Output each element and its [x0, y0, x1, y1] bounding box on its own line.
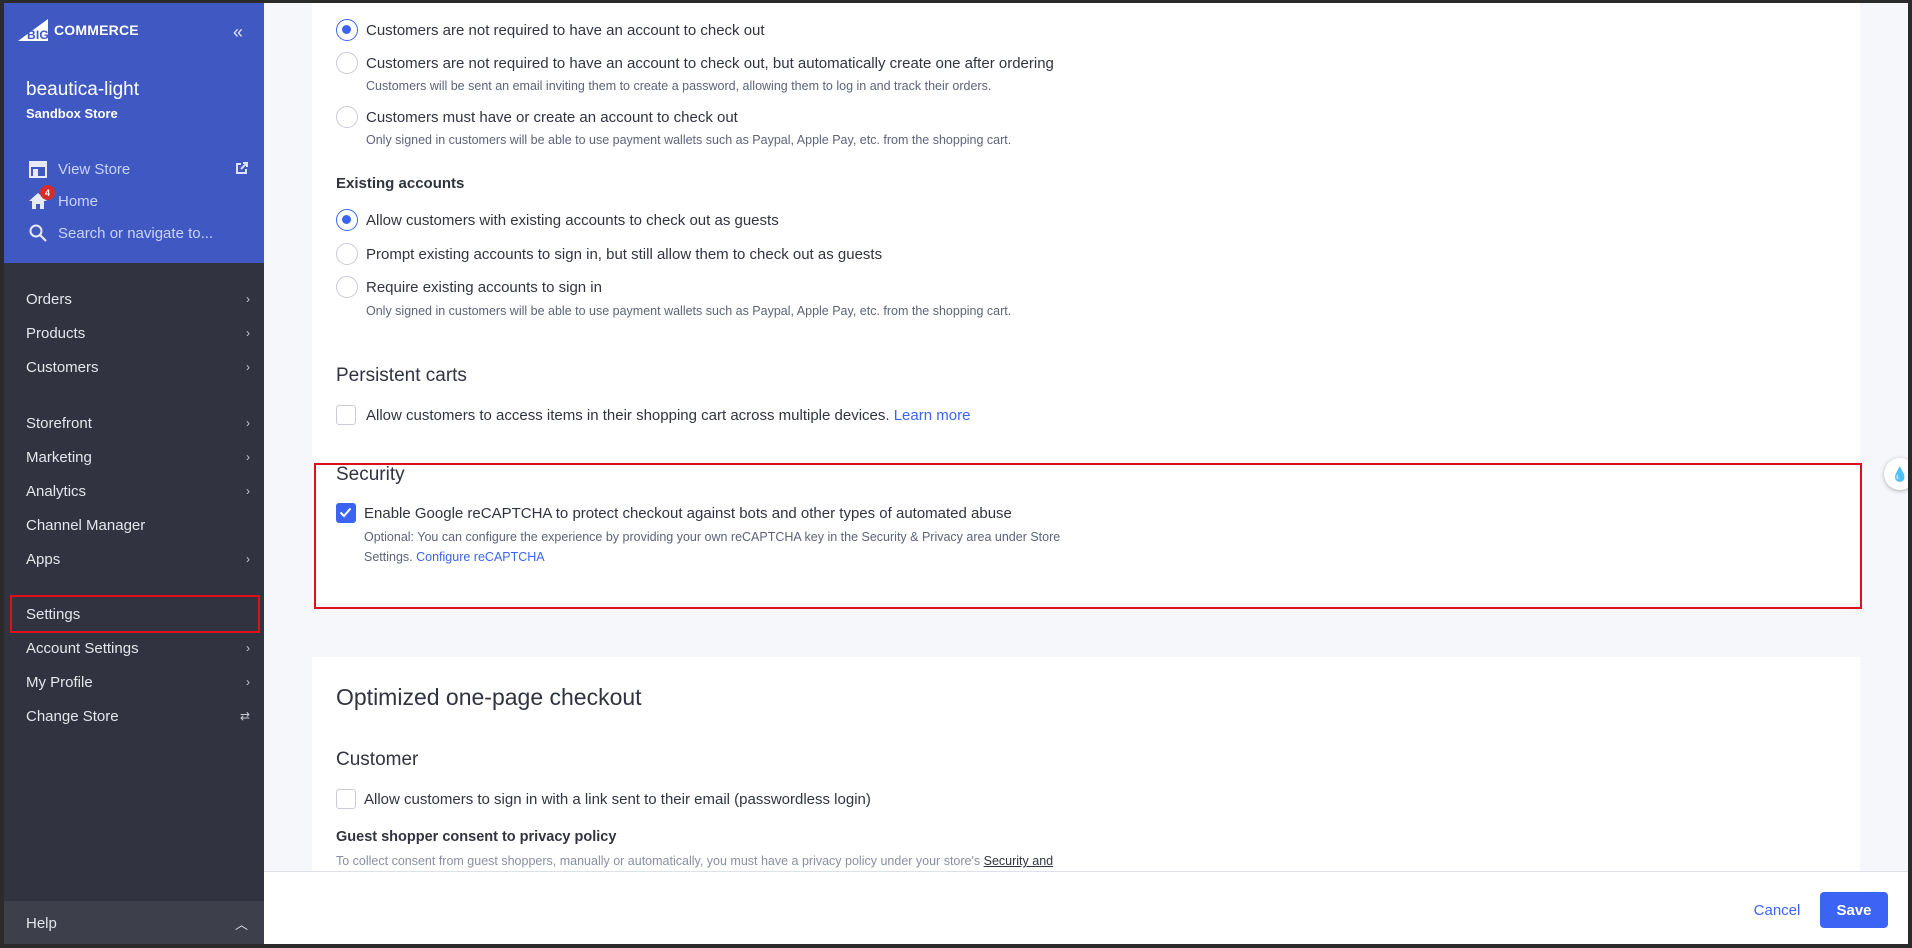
bigcommerce-logo[interactable]: BIG COMMERCE: [18, 19, 139, 41]
option-label: Prompt existing accounts to sign in, but…: [366, 246, 883, 263]
option-label: Require existing accounts to sign in: [366, 279, 602, 296]
option-label: Customers must have or create an account…: [366, 109, 738, 126]
sidebar-item-change-store[interactable]: Change Store ⇄: [26, 704, 254, 728]
sidebar-header: BIG COMMERCE « beautica-light Sandbox St…: [4, 3, 264, 263]
action-bar: Cancel Save: [264, 871, 1908, 945]
sidebar-item-my-profile[interactable]: My Profile ›: [26, 670, 254, 694]
sidebar-item-label: Orders: [26, 290, 72, 308]
chevron-right-icon: ›: [246, 484, 250, 498]
main-content: Customers are not required to have an ac…: [264, 3, 1908, 948]
sidebar-search[interactable]: Search or navigate to...: [28, 221, 213, 245]
sidebar-item-label: Analytics: [26, 482, 87, 500]
persistent-carts-text: Allow customers to access items in their…: [366, 407, 890, 424]
option-help: Only signed in customers will be able to…: [366, 133, 1012, 147]
collapse-sidebar-icon[interactable]: «: [228, 23, 248, 43]
sidebar-item-label: Products: [26, 324, 86, 342]
one-page-checkout-heading: Optimized one-page checkout: [336, 684, 642, 710]
storefront-icon: [28, 159, 48, 179]
search-icon: [28, 223, 48, 243]
persistent-carts-checkbox[interactable]: [336, 405, 356, 425]
security-highlight: [314, 463, 1862, 609]
radio-no-account-required[interactable]: [336, 19, 358, 41]
persistent-carts-heading: Persistent carts: [336, 365, 467, 386]
existing-accounts-heading: Existing accounts: [336, 175, 465, 192]
store-name: beautica-light: [26, 79, 140, 100]
radio-prompt-sign-in[interactable]: [336, 243, 358, 265]
learn-more-link[interactable]: Learn more: [894, 407, 971, 424]
option-label: Allow customers with existing accounts t…: [366, 212, 779, 229]
option-help: Only signed in customers will be able to…: [366, 304, 1012, 318]
store-type: Sandbox Store: [26, 106, 118, 121]
sidebar-item-label: Storefront: [26, 414, 92, 432]
sidebar-item-label: Account Settings: [26, 639, 139, 657]
passwordless-login-checkbox[interactable]: [336, 789, 356, 809]
view-store-label: View Store: [58, 160, 131, 178]
swap-icon: ⇄: [239, 709, 250, 723]
sidebar-item-label: Channel Manager: [26, 516, 146, 534]
sidebar-item-label: Customers: [26, 358, 99, 376]
search-placeholder: Search or navigate to...: [58, 224, 214, 242]
sidebar-item-apps[interactable]: Apps ›: [26, 547, 254, 571]
guest-consent-text: To collect consent from guest shoppers, …: [336, 854, 981, 868]
guest-consent-heading: Guest shopper consent to privacy policy: [336, 829, 617, 845]
security-privacy-link[interactable]: Security and: [984, 854, 1053, 868]
help-label: Help: [26, 914, 57, 932]
guest-consent-help: To collect consent from guest shoppers, …: [336, 854, 1053, 868]
sidebar-item-label: Apps: [26, 550, 61, 568]
sidebar-item-storefront[interactable]: Storefront ›: [26, 411, 254, 435]
view-store-link[interactable]: View Store: [28, 157, 130, 181]
chevron-up-icon: ︿: [234, 916, 248, 932]
option-help: Customers will be sent an email inviting…: [366, 79, 992, 93]
notification-badge: 4: [40, 185, 55, 200]
sidebar-item-account-settings[interactable]: Account Settings ›: [26, 636, 254, 660]
chevron-right-icon: ›: [246, 450, 250, 464]
cancel-button[interactable]: Cancel: [1742, 892, 1812, 928]
sidebar-item-channel-manager[interactable]: Channel Manager: [26, 513, 254, 537]
radio-account-required[interactable]: [336, 106, 358, 128]
sidebar-item-customers[interactable]: Customers ›: [26, 355, 254, 379]
external-link-icon[interactable]: [234, 160, 250, 176]
sidebar-item-orders[interactable]: Orders ›: [26, 287, 254, 311]
sidebar-item-marketing[interactable]: Marketing ›: [26, 445, 254, 469]
radio-require-sign-in[interactable]: [336, 276, 358, 298]
chevron-right-icon: ›: [246, 675, 250, 689]
sidebar-item-analytics[interactable]: Analytics ›: [26, 479, 254, 503]
passwordless-login-label: Allow customers to sign in with a link s…: [364, 791, 871, 808]
logo-mark-icon: BIG: [18, 19, 49, 41]
sidebar-item-label: Change Store: [26, 707, 119, 725]
chevron-right-icon: ›: [246, 326, 250, 340]
chevron-right-icon: ›: [246, 416, 250, 430]
floating-helper-icon[interactable]: 💧: [1884, 458, 1912, 490]
chevron-right-icon: ›: [246, 641, 250, 655]
sidebar-item-products[interactable]: Products ›: [26, 321, 254, 345]
chevron-right-icon: ›: [246, 292, 250, 306]
save-button[interactable]: Save: [1820, 892, 1888, 928]
sidebar-item-label: My Profile: [26, 673, 93, 691]
option-label: Customers are not required to have an ac…: [366, 22, 765, 39]
customer-heading: Customer: [336, 749, 419, 770]
chevron-right-icon: ›: [246, 552, 250, 566]
persistent-carts-label: Allow customers to access items in their…: [366, 407, 970, 424]
radio-existing-guest-checkout[interactable]: [336, 209, 358, 231]
option-label: Customers are not required to have an ac…: [366, 55, 1054, 72]
sidebar-item-settings[interactable]: Settings: [26, 602, 254, 626]
home-label: Home: [58, 192, 99, 210]
logo-text: COMMERCE: [54, 22, 139, 38]
sidebar-item-label: Marketing: [26, 448, 92, 466]
sidebar: BIG COMMERCE « beautica-light Sandbox St…: [4, 3, 264, 945]
svg-text:BIG: BIG: [27, 28, 49, 41]
help-menu[interactable]: Help ︿: [4, 901, 264, 945]
chevron-right-icon: ›: [246, 360, 250, 374]
radio-auto-create-account[interactable]: [336, 52, 358, 74]
home-link[interactable]: 4 Home: [28, 185, 99, 213]
home-icon: 4: [28, 185, 55, 211]
sidebar-item-label: Settings: [26, 605, 81, 623]
